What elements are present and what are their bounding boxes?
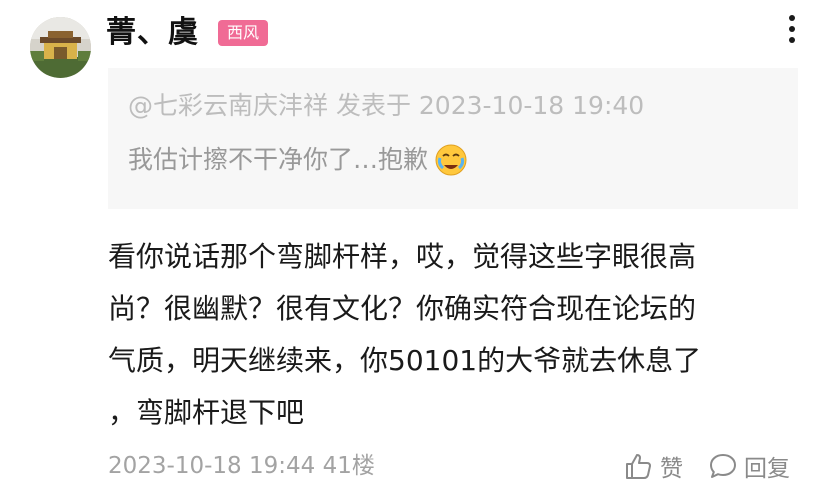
user-level-badge: 西风 <box>218 20 269 46</box>
crying-face-icon <box>434 143 468 177</box>
more-options-button[interactable] <box>780 12 804 46</box>
quote-text: 我估计擦不干净你了…抱歉 <box>128 145 429 174</box>
like-button[interactable]: 赞 <box>624 449 683 483</box>
avatar[interactable] <box>30 17 91 78</box>
quoted-comment[interactable]: @七彩云南庆沣祥 发表于 2023-10-18 19:40 我估计擦不干净你了…… <box>108 68 798 209</box>
quote-meta: @七彩云南庆沣祥 发表于 2023-10-18 19:40 <box>128 91 645 120</box>
quote-text-row: 我估计擦不干净你了…抱歉 <box>128 141 468 179</box>
comment-body-line: ，弯脚杆退下吧 <box>108 396 305 429</box>
avatar-image <box>30 17 91 78</box>
like-label: 赞 <box>660 456 683 482</box>
comment-body-line: 气质，明天继续来，你50101的大爷就去休息了 <box>108 344 702 377</box>
username[interactable]: 菁、虞 <box>106 14 199 52</box>
comment-body-line: 尚？很幽默？很有文化？你确实符合现在论坛的 <box>108 292 697 325</box>
comment-bubble-icon <box>710 454 736 478</box>
reply-label: 回复 <box>744 456 790 482</box>
comment-body: 看你说话那个弯脚杆样，哎，觉得这些字眼很高 尚？很幽默？很有文化？你确实符合现在… <box>108 231 808 439</box>
reply-button[interactable]: 回复 <box>708 449 790 483</box>
comment-body-line: 看你说话那个弯脚杆样，哎，觉得这些字眼很高 <box>108 240 697 273</box>
thumbs-up-icon <box>626 454 651 479</box>
comment-time-floor: 2023-10-18 19:44 41楼 <box>108 453 375 479</box>
